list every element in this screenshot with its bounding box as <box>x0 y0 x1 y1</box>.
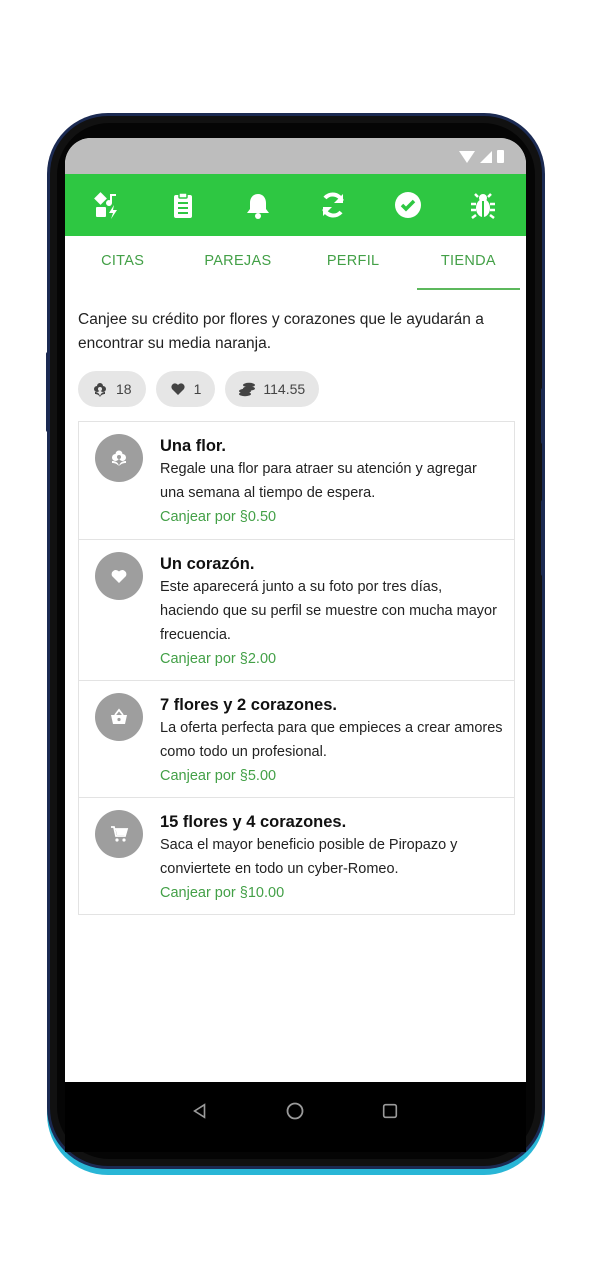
basket-icon <box>111 708 127 724</box>
item-avatar <box>95 552 143 600</box>
balance-chips: 18 1 114.55 <box>78 371 320 407</box>
volume-button <box>46 352 50 432</box>
cart-icon <box>111 826 129 842</box>
home-icon[interactable] <box>284 1100 306 1122</box>
shop-item: 15 flores y 4 corazones. Saca el mayor b… <box>78 797 515 915</box>
app-screen: CITAS PAREJAS PERFIL TIENDA Canjee su cr… <box>65 138 526 1082</box>
power-button <box>541 388 545 444</box>
flower-icon <box>94 383 106 397</box>
credit-balance-chip: 114.55 <box>225 371 320 407</box>
sync-icon[interactable] <box>313 185 353 225</box>
bug-icon[interactable] <box>463 185 503 225</box>
check-circle-icon[interactable] <box>388 185 428 225</box>
tab-parejas[interactable]: PAREJAS <box>180 236 295 290</box>
flowers-balance-chip: 18 <box>78 371 146 407</box>
shapes-icon[interactable] <box>88 185 128 225</box>
redeem-link[interactable]: Canjear por §10.00 <box>160 881 504 905</box>
item-description: Este aparecerá junto a su foto por tres … <box>160 579 497 643</box>
bell-icon[interactable] <box>238 185 278 225</box>
signal-icon <box>480 151 492 163</box>
item-description: La oferta perfecta para que empieces a c… <box>160 720 503 760</box>
tab-perfil[interactable]: PERFIL <box>296 236 411 290</box>
side-button <box>541 500 545 576</box>
heart-icon <box>170 383 185 395</box>
item-avatar <box>95 434 143 482</box>
tab-bar: CITAS PAREJAS PERFIL TIENDA <box>65 236 526 290</box>
item-description: Regale una flor para atraer su atención … <box>160 461 477 501</box>
hearts-count: 1 <box>193 381 202 397</box>
battery-icon <box>497 150 504 163</box>
system-nav-bar <box>65 1082 526 1152</box>
redeem-link[interactable]: Canjear por §5.00 <box>160 764 504 788</box>
shop-item: Una flor. Regale una flor para atraer su… <box>78 421 515 539</box>
shop-item: 7 flores y 2 corazones. La oferta perfec… <box>78 680 515 797</box>
wifi-icon <box>459 151 475 163</box>
flowers-count: 18 <box>116 381 132 397</box>
intro-text: Canjee su crédito por flores y corazones… <box>78 311 484 352</box>
clipboard-icon[interactable] <box>163 185 203 225</box>
hearts-balance-chip: 1 <box>155 371 216 407</box>
tab-citas[interactable]: CITAS <box>65 236 180 290</box>
coins-icon <box>239 382 256 397</box>
recents-icon[interactable] <box>379 1100 401 1122</box>
back-icon[interactable] <box>189 1100 211 1122</box>
heart-icon <box>111 570 127 583</box>
item-title: Una flor. <box>160 437 227 455</box>
item-title: 15 flores y 4 corazones. <box>160 813 347 831</box>
item-avatar <box>95 693 143 741</box>
item-description: Saca el mayor beneficio posible de Pirop… <box>160 837 458 877</box>
item-title: 7 flores y 2 corazones. <box>160 696 337 714</box>
item-title: Un corazón. <box>160 555 255 573</box>
tab-tienda[interactable]: TIENDA <box>411 236 526 290</box>
status-bar <box>65 138 526 174</box>
redeem-link[interactable]: Canjear por §0.50 <box>160 505 504 529</box>
shop-item-list: Una flor. Regale una flor para atraer su… <box>78 421 515 915</box>
item-avatar <box>95 810 143 858</box>
credit-amount: 114.55 <box>263 381 306 397</box>
shop-item: Un corazón. Este aparecerá junto a su fo… <box>78 539 515 680</box>
redeem-link[interactable]: Canjear por §2.00 <box>160 647 504 671</box>
app-toolbar <box>65 174 526 236</box>
flower-icon <box>112 450 126 466</box>
